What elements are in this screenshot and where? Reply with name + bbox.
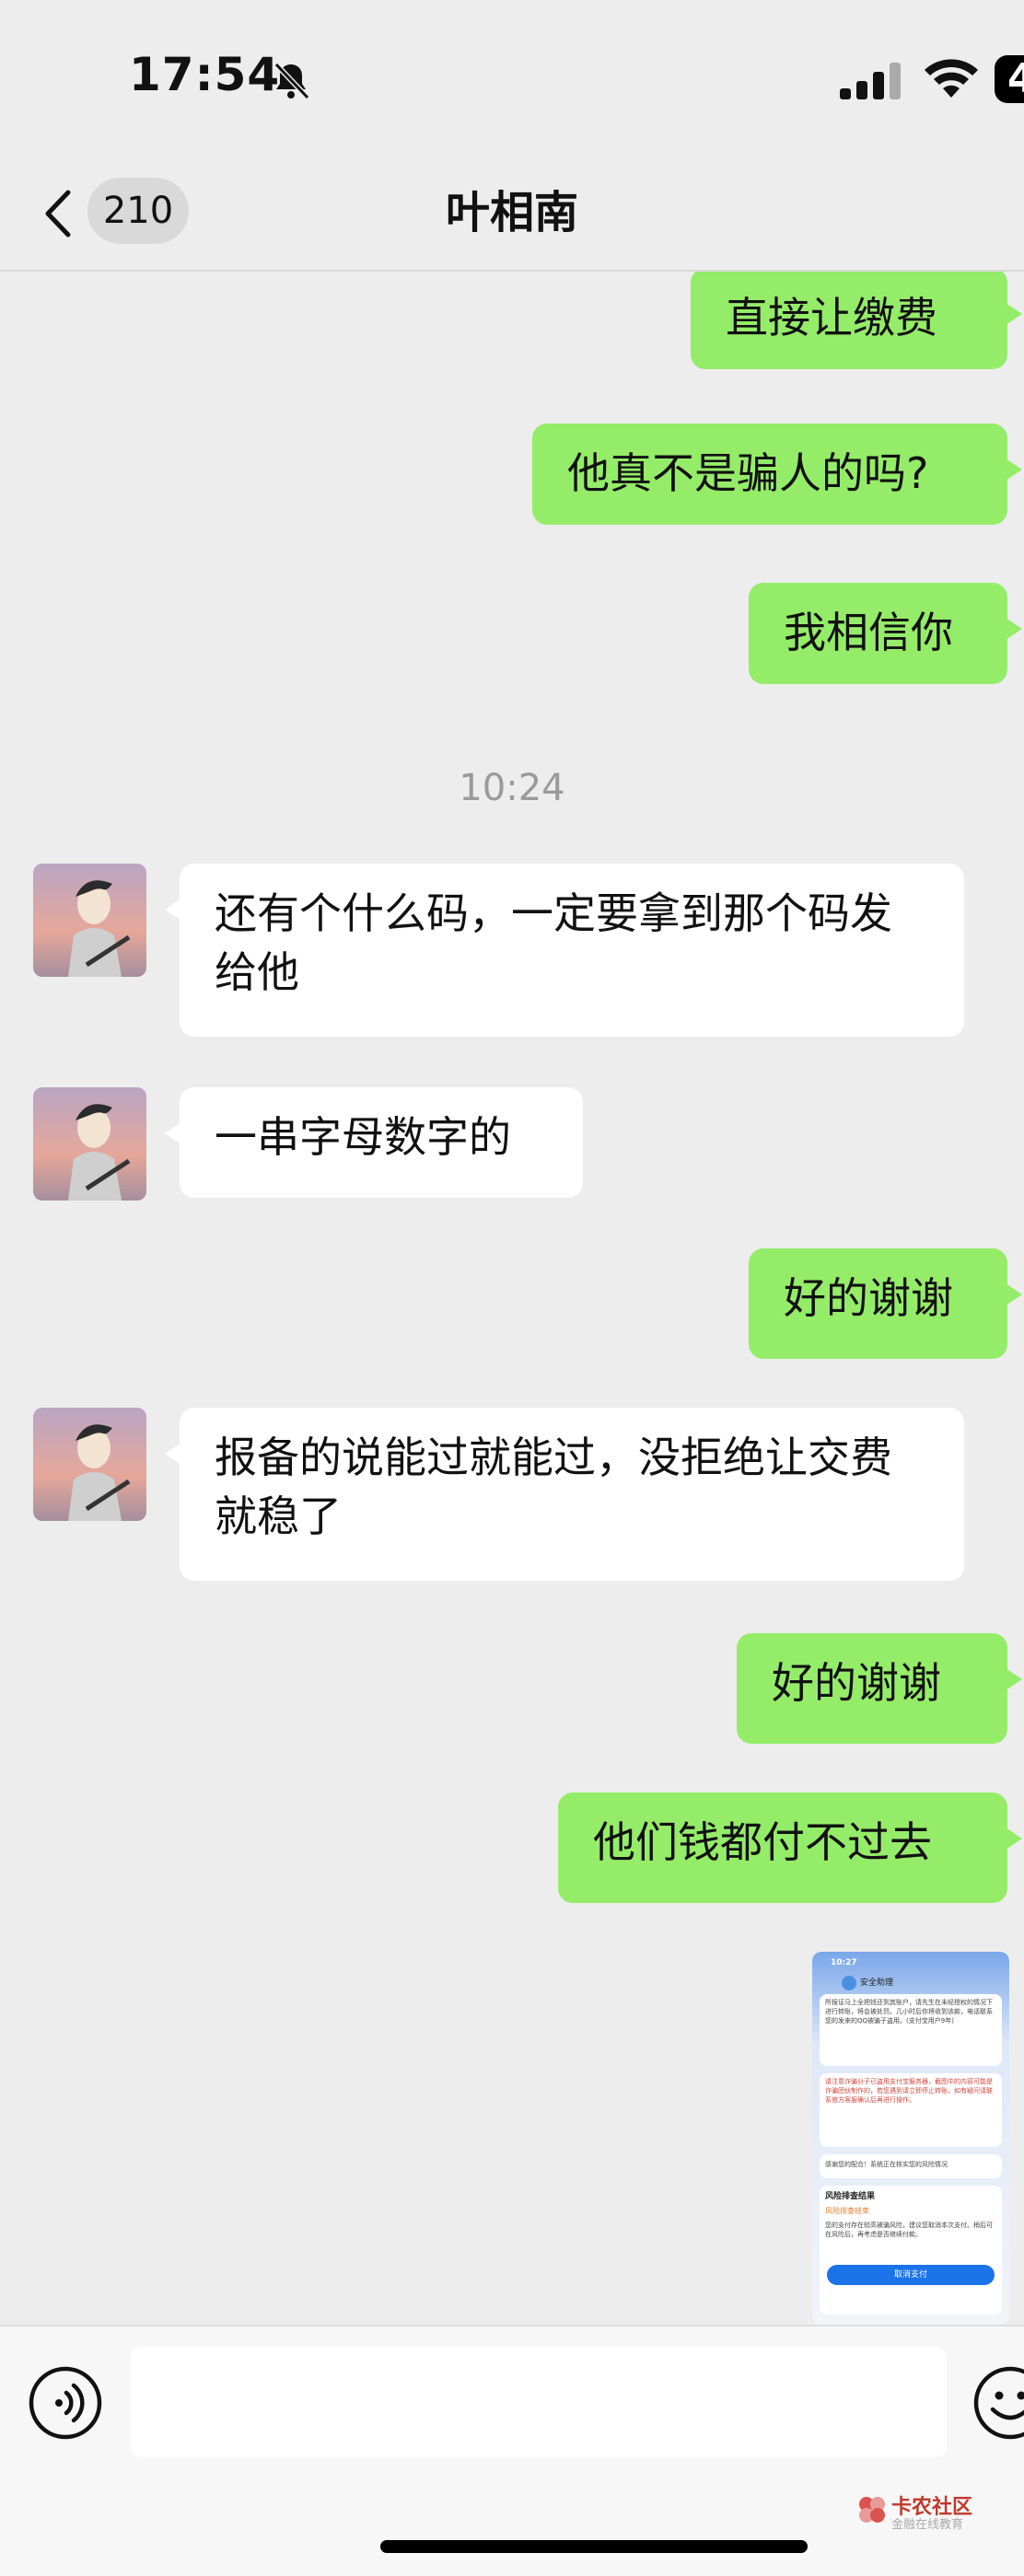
message-bubble-received[interactable]: 一串字母数字的	[180, 1087, 583, 1198]
message-bubble-sent[interactable]: 直接让缴费	[691, 272, 1007, 369]
status-time: 17:54	[129, 48, 280, 101]
watermark: 卡农社区 金融在线教育	[856, 2490, 985, 2536]
message-text: 他真不是骗人的吗?	[567, 448, 928, 498]
avatar-image	[33, 864, 146, 977]
message-bubble-received[interactable]: 报备的说能过就能过，没拒绝让交费就稳了	[180, 1408, 964, 1581]
message-input[interactable]	[131, 2347, 947, 2457]
thumb-result-body: 您的支付存在较高被骗风险，建议您取消本次支付。稍后可在风险后，再考虑是否继续付款…	[825, 2221, 996, 2257]
battery-level: 4	[1007, 55, 1024, 102]
message-bubble-sent[interactable]: 我相信你	[749, 583, 1007, 684]
message-bubble-received[interactable]: 还有个什么码，一定要拿到那个码发给他	[180, 864, 964, 1037]
contact-avatar[interactable]	[33, 864, 146, 977]
thumb-paragraph: 请注意诈骗分子已盗用支付宝服务器，截图中的内容可能是诈骗团伙制作的，若您遇到请立…	[825, 2077, 996, 2143]
message-bubble-sent[interactable]: 他真不是骗人的吗?	[532, 424, 1007, 525]
avatar-image	[33, 1087, 146, 1201]
nav-bar: 210 叶相南	[0, 161, 1024, 272]
message-timestamp: 10:24	[0, 767, 1024, 809]
wifi-icon	[923, 57, 980, 101]
message-bubble-sent[interactable]: 好的谢谢	[749, 1248, 1007, 1359]
message-text: 我相信你	[784, 608, 953, 657]
thumb-result-title: 风险排查结果	[825, 2191, 875, 2202]
thumb-paragraph: 感谢您的配合！系统正在核实您的风险情况	[825, 2160, 996, 2173]
voice-input-icon[interactable]	[28, 2365, 103, 2441]
contact-avatar[interactable]	[33, 1087, 146, 1201]
chat-title: 叶相南	[0, 180, 1024, 246]
thumb-title: 安全助理	[860, 1978, 893, 1989]
message-bubble-sent[interactable]: 好的谢谢	[737, 1633, 1007, 1744]
message-text: 他们钱都付不过去	[593, 1817, 932, 1867]
thumb-paragraph: 所报证马上全把钱还到其账户，请先生在未经授权的情况下进行转账，将会被处罚。几小时…	[825, 1998, 996, 2064]
message-text: 还有个什么码，一定要拿到那个码发给他	[215, 888, 892, 997]
watermark-logo-icon	[856, 2494, 888, 2525]
thumb-result-tag: 风险排查结束	[825, 2206, 869, 2217]
contact-avatar[interactable]	[33, 1408, 146, 1521]
thumb-cancel-button: 取消支付	[827, 2269, 995, 2280]
signal-icon	[840, 63, 904, 103]
avatar-image	[33, 1408, 146, 1521]
status-bar: 17:54 4	[0, 0, 1024, 161]
input-bar: 卡农社区 金融在线教育	[0, 2325, 1024, 2576]
home-indicator[interactable]	[380, 2540, 808, 2553]
image-message[interactable]: 10:27 安全助理 所报证马上全把钱还到其账户，请先生在未经授权的情况下进行转…	[812, 1952, 1009, 2325]
message-text: 好的谢谢	[784, 1273, 953, 1323]
watermark-subtitle: 金融在线教育	[891, 2514, 963, 2532]
message-text: 好的谢谢	[772, 1658, 941, 1708]
emoji-icon[interactable]	[972, 2365, 1024, 2441]
thumb-time: 10:27	[831, 1957, 857, 1968]
message-text: 报备的说能过就能过，没拒绝让交费就稳了	[215, 1433, 892, 1541]
message-bubble-sent[interactable]: 他们钱都付不过去	[558, 1793, 1007, 1903]
message-text: 直接让缴费	[726, 293, 937, 342]
chat-message-list[interactable]: 直接让缴费 他真不是骗人的吗? 我相信你 10:24 还有个什么码，一定要拿到那…	[0, 272, 1024, 2325]
message-text: 一串字母数字的	[215, 1112, 511, 1162]
bell-muted-icon	[269, 59, 313, 103]
